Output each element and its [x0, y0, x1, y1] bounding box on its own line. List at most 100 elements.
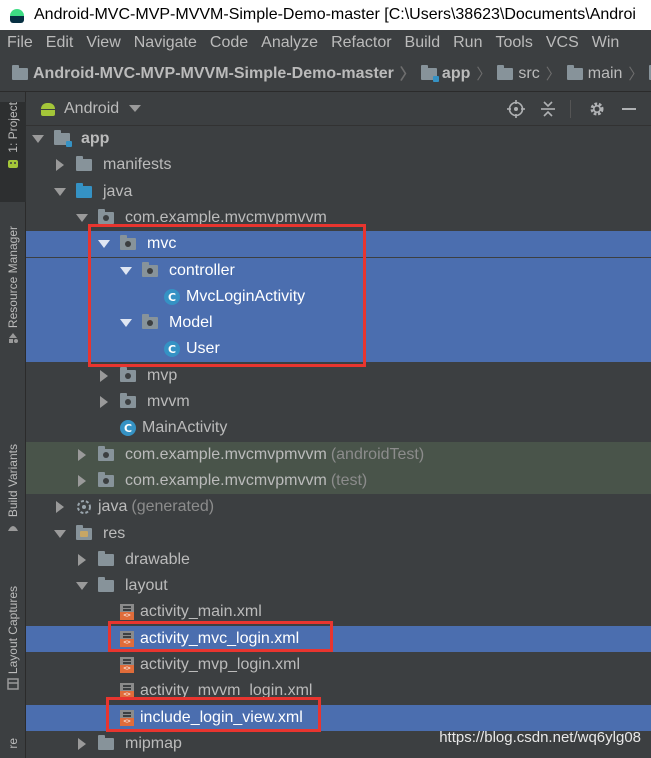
tree-item-label: MvcLoginActivity: [186, 288, 306, 305]
tree-row[interactable]: <> activity_mvvm_login.xml: [26, 678, 651, 704]
layout-xml-icon: <>: [120, 683, 134, 699]
tree-row[interactable]: app: [26, 126, 651, 152]
tree-item-label: mvc: [147, 235, 177, 252]
tree-row[interactable]: com.example.mvcmvpmvvm (androidTest): [26, 442, 651, 468]
tree-row[interactable]: controller: [26, 258, 651, 284]
folder-icon: [98, 735, 114, 750]
tree-row[interactable]: <> activity_main.xml: [26, 599, 651, 625]
tree-row[interactable]: manifests: [26, 152, 651, 178]
tree-item-label: mipmap: [125, 735, 182, 752]
menu-vcs[interactable]: VCS: [539, 34, 585, 52]
tool-tab-project-label: 1: Project: [6, 102, 20, 153]
tree-row[interactable]: mvc: [26, 231, 651, 257]
tree-row[interactable]: mvvm: [26, 389, 651, 415]
menu-view[interactable]: View: [79, 34, 126, 52]
tree-row[interactable]: com.example.mvcmvpmvvm (test): [26, 468, 651, 494]
source-folder-icon: [76, 183, 92, 198]
shapes-icon: [9, 333, 18, 344]
expand-arrow-icon[interactable]: [76, 582, 88, 590]
tree-row[interactable]: <> include_login_view.xml: [26, 705, 651, 731]
tree-item-label: activity_mvp_login.xml: [140, 656, 301, 673]
breadcrumb-main[interactable]: 〉 main 〉: [540, 63, 651, 84]
tree-row[interactable]: java: [26, 179, 651, 205]
collapse-arrow-icon[interactable]: [78, 475, 86, 487]
expand-arrow-icon[interactable]: [98, 240, 110, 248]
tree-item-label: app: [81, 130, 110, 147]
menu-edit[interactable]: Edit: [39, 34, 80, 52]
tree-row[interactable]: mvp: [26, 363, 651, 389]
menu-window[interactable]: Win: [585, 34, 626, 52]
android-icon: [8, 159, 18, 168]
android-studio-icon: [8, 6, 26, 24]
collapse-all-icon: [541, 101, 555, 117]
menu-refactor[interactable]: Refactor: [324, 34, 397, 52]
folder-icon: [98, 577, 114, 592]
tree-row[interactable]: <> activity_mvp_login.xml: [26, 652, 651, 678]
tree-item-label: MainActivity: [142, 419, 228, 436]
breadcrumb-src[interactable]: 〉 src: [470, 63, 540, 84]
collapse-arrow-icon[interactable]: [78, 554, 86, 566]
tree-row[interactable]: drawable: [26, 547, 651, 573]
java-class-icon: C: [164, 341, 180, 357]
expand-arrow-icon[interactable]: [120, 267, 132, 275]
tree-item-suffix: (generated): [131, 498, 215, 515]
tree-row[interactable]: res: [26, 521, 651, 547]
breadcrumb-app[interactable]: 〉 app: [394, 63, 470, 84]
breadcrumb-project[interactable]: Android-MVC-MVP-MVVM-Simple-Demo-master: [12, 64, 394, 83]
breadcrumb: Android-MVC-MVP-MVVM-Simple-Demo-master …: [0, 56, 651, 92]
tree-row[interactable]: Model: [26, 310, 651, 336]
tree-item-label: com.example.mvcmvpmvvm: [125, 446, 327, 463]
menu-tools[interactable]: Tools: [488, 34, 538, 52]
menu-analyze[interactable]: Analyze: [254, 34, 324, 52]
chevron-right-icon: 〉: [399, 66, 415, 83]
resource-folder-icon: [76, 525, 92, 540]
tool-tab-truncated-label: re: [6, 738, 20, 749]
expand-arrow-icon[interactable]: [54, 530, 66, 538]
collapse-arrow-icon[interactable]: [56, 501, 64, 513]
gear-icon: [590, 102, 604, 116]
tool-tab-truncated[interactable]: re: [0, 738, 26, 758]
menu-navigate[interactable]: Navigate: [127, 34, 203, 52]
hide-panel-button[interactable]: [615, 95, 643, 123]
tool-tab-layout-captures[interactable]: Layout Captures: [0, 586, 26, 714]
collapse-arrow-icon[interactable]: [100, 370, 108, 382]
tree-row[interactable]: C MainActivity: [26, 415, 651, 441]
menu-file[interactable]: File: [0, 34, 39, 52]
project-tree: app manifests java com.example.mvcmvpmvvm mv…: [26, 126, 651, 758]
locate-target-button[interactable]: [502, 95, 530, 123]
layout-xml-icon: <>: [120, 710, 134, 726]
tree-row[interactable]: <> activity_mvc_login.xml: [26, 626, 651, 652]
java-class-icon: C: [120, 420, 136, 436]
tree-item-label: layout: [125, 577, 168, 594]
menu-run[interactable]: Run: [446, 34, 488, 52]
layout-xml-icon: <>: [120, 657, 134, 673]
chevron-right-icon: 〉: [545, 66, 561, 83]
settings-button[interactable]: [583, 95, 611, 123]
tool-tab-project[interactable]: 1: Project: [0, 102, 26, 202]
menu-build[interactable]: Build: [398, 34, 447, 52]
expand-arrow-icon[interactable]: [54, 188, 66, 196]
tree-row[interactable]: C User: [26, 336, 651, 362]
expand-arrow-icon[interactable]: [76, 214, 88, 222]
tree-item-suffix: (androidTest): [330, 446, 425, 463]
tree-row[interactable]: java (generated): [26, 494, 651, 520]
collapse-arrow-icon[interactable]: [78, 449, 86, 461]
collapse-arrow-icon[interactable]: [78, 738, 86, 750]
tree-item-label: include_login_view.xml: [140, 709, 303, 726]
tool-tab-resource-manager[interactable]: Resource Manager: [0, 226, 26, 366]
tree-item-label: controller: [169, 262, 235, 279]
collapse-arrow-icon[interactable]: [56, 159, 64, 171]
tree-item-suffix: (test): [330, 472, 368, 489]
expand-arrow-icon[interactable]: [32, 135, 44, 143]
collapse-arrow-icon[interactable]: [100, 396, 108, 408]
expand-arrow-icon[interactable]: [120, 319, 132, 327]
tree-row[interactable]: C MvcLoginActivity: [26, 284, 651, 310]
generated-sources-icon: [77, 500, 91, 514]
tool-tab-build-variants[interactable]: Build Variants: [0, 444, 26, 554]
tree-row[interactable]: com.example.mvcmvpmvvm: [26, 205, 651, 231]
menu-code[interactable]: Code: [203, 34, 254, 52]
package-icon: [120, 367, 136, 382]
tree-row[interactable]: layout: [26, 573, 651, 599]
collapse-all-button[interactable]: [534, 95, 562, 123]
view-mode-dropdown[interactable]: Android: [26, 100, 142, 118]
